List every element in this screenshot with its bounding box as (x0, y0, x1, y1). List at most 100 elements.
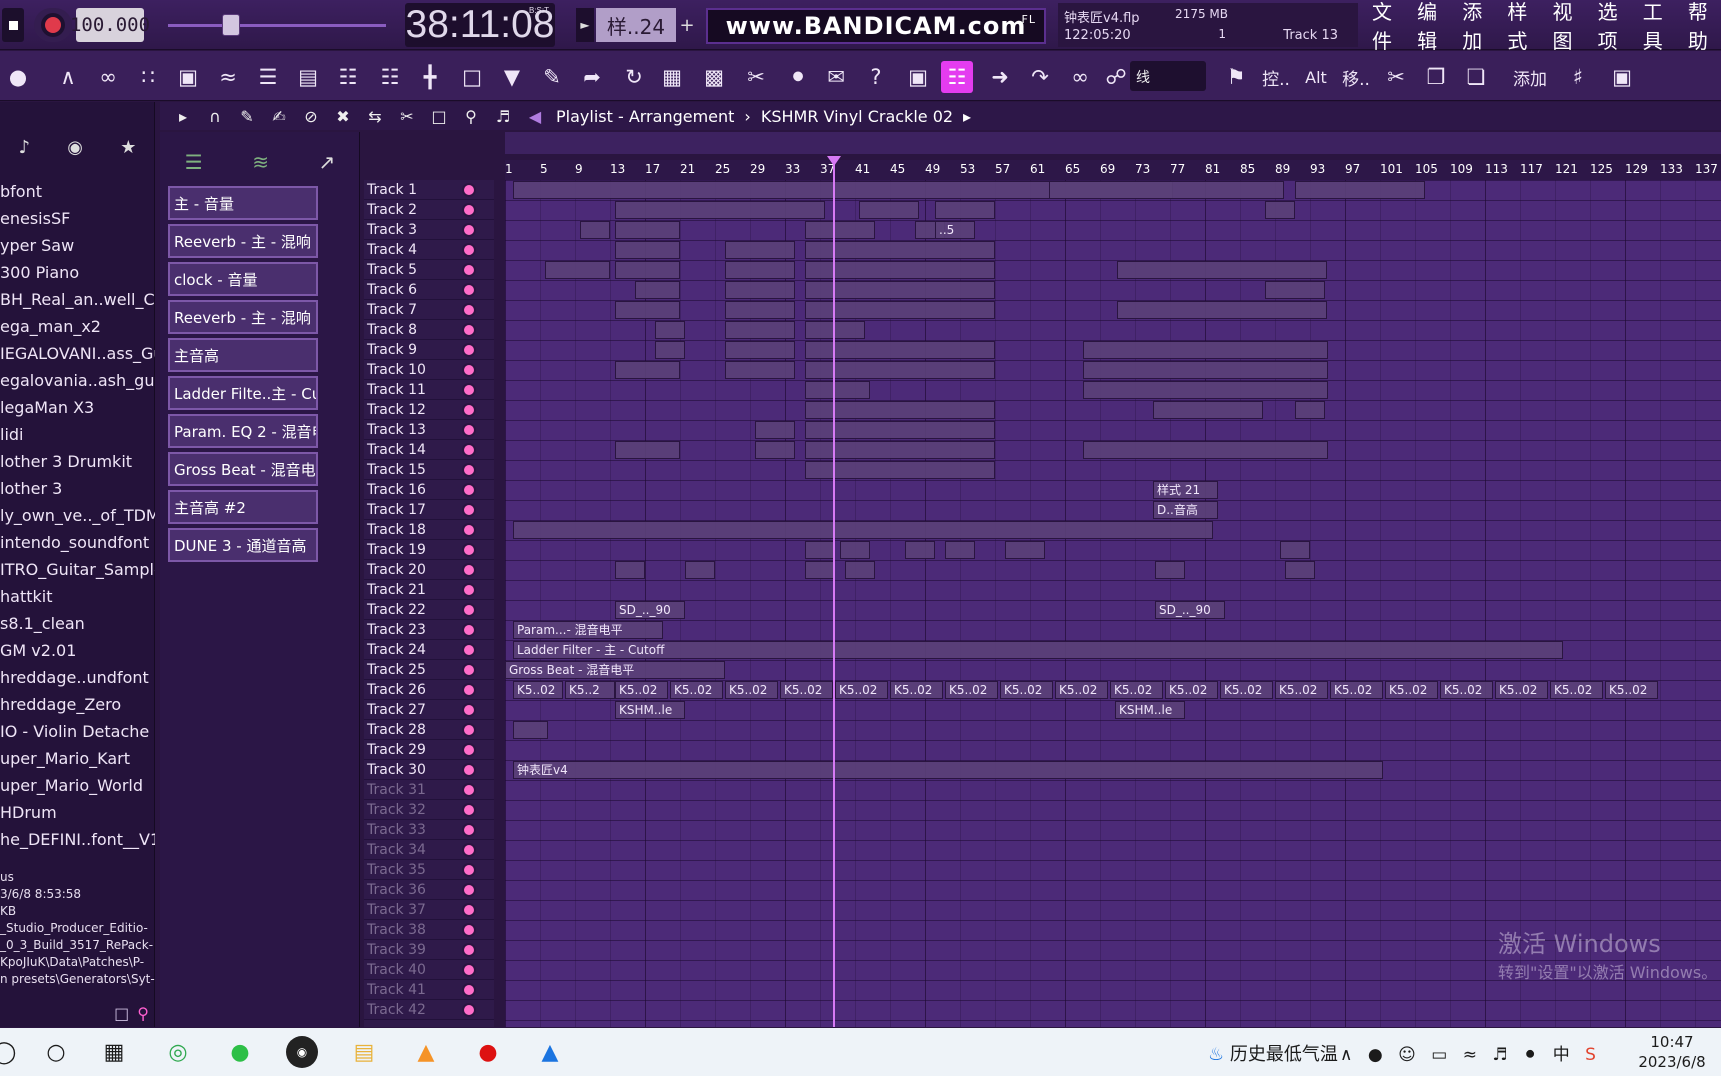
track-mute-led-icon[interactable] (464, 524, 474, 535)
window-icon[interactable]: ▣ (902, 61, 934, 93)
piano-roll-icon[interactable]: ▤ (292, 61, 324, 93)
track-header[interactable]: Track 23 (364, 620, 494, 640)
playlist-clip[interactable]: K5..02 (1495, 681, 1548, 699)
playlist-clip[interactable]: K5..02 (1055, 681, 1108, 699)
track-mute-led-icon[interactable] (464, 344, 474, 355)
track-mute-led-icon[interactable] (464, 824, 474, 835)
browser-edge-icon[interactable]: ◎ (162, 1036, 194, 1068)
countdown-icon[interactable]: ∷ (132, 61, 164, 93)
task-view-icon[interactable]: ▦ (98, 1036, 130, 1068)
browser-item[interactable]: uper_Mario_World (0, 772, 155, 799)
browser-item[interactable]: IO - Violin Detache (0, 718, 155, 745)
track-header[interactable]: Track 33 (364, 820, 494, 840)
playlist-clip[interactable] (805, 381, 870, 399)
track-mute-led-icon[interactable] (464, 584, 474, 595)
star-icon[interactable]: ★ (120, 137, 136, 158)
menu-patterns[interactable]: 样式 (1507, 0, 1540, 54)
playlist-clip[interactable] (1280, 541, 1310, 559)
copy-icon[interactable]: ❐ (1420, 61, 1452, 93)
menu-tools[interactable]: 工具 (1643, 0, 1676, 54)
tray-app-icon[interactable]: ● (1368, 1045, 1388, 1065)
system-tray[interactable]: ∧ ● ☺ ▭ ≈ ♬ ⚫ 中 S (1340, 1040, 1601, 1065)
track-header[interactable]: Track 42 (364, 1000, 494, 1020)
playlist-clip[interactable] (1265, 201, 1295, 219)
track-header[interactable]: Track 32 (364, 800, 494, 820)
breadcrumb-arrow-icon[interactable]: ▸ (963, 107, 971, 126)
track-mute-led-icon[interactable] (464, 704, 474, 715)
folder-icon[interactable]: □ (114, 1004, 129, 1023)
playlist-clip[interactable]: K5..02 (1440, 681, 1493, 699)
sogou-icon[interactable]: S (1585, 1045, 1601, 1065)
track-header[interactable]: Track 21 (364, 580, 494, 600)
track-mute-led-icon[interactable] (464, 224, 474, 235)
playlist-clip[interactable] (615, 361, 680, 379)
playlist-clip[interactable]: K5..2 (565, 681, 615, 699)
browser-item[interactable]: lidi (0, 421, 155, 448)
playlist-clip[interactable] (615, 561, 645, 579)
track-header[interactable]: Track 37 (364, 900, 494, 920)
track-header[interactable]: Track 34 (364, 840, 494, 860)
track-mute-led-icon[interactable] (464, 404, 474, 415)
file-explorer-icon[interactable]: ▤ (348, 1036, 380, 1068)
track-mute-led-icon[interactable] (464, 844, 474, 855)
playlist-clip[interactable] (859, 201, 919, 219)
playlist-clip[interactable] (655, 341, 685, 359)
playlist-clip[interactable]: K5..02 (1165, 681, 1218, 699)
search-icon[interactable]: ⚲ (137, 1004, 149, 1023)
track-header[interactable]: Track 38 (364, 920, 494, 940)
track-mute-led-icon[interactable] (464, 944, 474, 955)
track-header[interactable]: Track 35 (364, 860, 494, 880)
track-header[interactable]: Track 22 (364, 600, 494, 620)
clip-item[interactable]: 主音高 (168, 338, 318, 372)
playlist-clip[interactable]: K5..02 (1550, 681, 1603, 699)
track-header[interactable]: Track 17 (364, 500, 494, 520)
track-header[interactable]: Track 28 (364, 720, 494, 740)
clock[interactable]: 10:47 2023/6/8 (1624, 1032, 1720, 1072)
playlist-clip[interactable] (1005, 541, 1045, 559)
clip-item[interactable]: 主音高 #2 (168, 490, 318, 524)
track-header[interactable]: Track 5 (364, 260, 494, 280)
browser-item[interactable]: ly_own_ve.._of_TDMSF (0, 502, 155, 529)
menu-options[interactable]: 选项 (1598, 0, 1631, 54)
track-mute-led-icon[interactable] (464, 444, 474, 455)
select-icon[interactable]: □ (428, 107, 450, 126)
playlist-clip[interactable] (615, 201, 825, 219)
volume-icon[interactable]: ♬ (1492, 1045, 1512, 1065)
playlist-clip[interactable] (1155, 561, 1185, 579)
hat-icon[interactable]: ⚑ (1220, 61, 1252, 93)
browser-item[interactable]: ITRO_Guitar_Samples (0, 556, 155, 583)
playlist-clip[interactable]: 样式 21 (1153, 481, 1218, 499)
clip-item[interactable]: Reeverb - 主 - 混响 (168, 224, 318, 258)
browser-icon[interactable]: ╋ (414, 61, 446, 93)
playlist-clip[interactable]: K5..02 (513, 681, 563, 699)
track-header[interactable]: Track 36 (364, 880, 494, 900)
piano-icon[interactable]: ☷ (941, 61, 973, 93)
pattern-add-button[interactable]: + (678, 8, 696, 42)
playlist-clip[interactable]: K5..02 (1605, 681, 1658, 699)
new-file-icon[interactable]: □ (456, 61, 488, 93)
track-mute-led-icon[interactable] (464, 484, 474, 495)
track-header[interactable]: Track 18 (364, 520, 494, 540)
track-header[interactable]: Track 4 (364, 240, 494, 260)
track-header[interactable]: Track 25 (364, 660, 494, 680)
plugin-icon[interactable]: ▼ (496, 61, 528, 93)
track-mute-led-icon[interactable] (464, 364, 474, 375)
arrangement-grid[interactable]: ..5 样式 21 D..音高 SD_.._90 SD_.._90 Param...- 混… (505, 180, 1721, 1027)
playlist-clip[interactable] (1153, 401, 1263, 419)
browser-item[interactable]: lother 3 (0, 475, 155, 502)
clip-item[interactable]: Param. EQ 2 - 混音电平 (168, 414, 318, 448)
track-header[interactable]: Track 8 (364, 320, 494, 340)
master-pitch-knob-icon[interactable]: ● (2, 61, 34, 93)
browser-item[interactable]: hreddage..undfont Beta (0, 664, 155, 691)
track-header[interactable]: Track 6 (364, 280, 494, 300)
track-mute-led-icon[interactable] (464, 884, 474, 895)
browser-item[interactable]: he_DEFINI..font__V1.17 (0, 826, 155, 853)
browser-item[interactable]: uper_Mario_Kart (0, 745, 155, 772)
cut-icon[interactable]: ✂ (740, 61, 772, 93)
playlist-clip[interactable]: ..5 (935, 221, 975, 239)
playlist-clip[interactable] (725, 321, 795, 339)
playlist-clip[interactable] (725, 281, 795, 299)
arrangement-icon[interactable]: ◀ (524, 107, 546, 126)
clip-item[interactable]: 主 - 音量 (168, 186, 318, 220)
clip-item[interactable]: Reeverb - 主 - 混响 #2 (168, 300, 318, 334)
